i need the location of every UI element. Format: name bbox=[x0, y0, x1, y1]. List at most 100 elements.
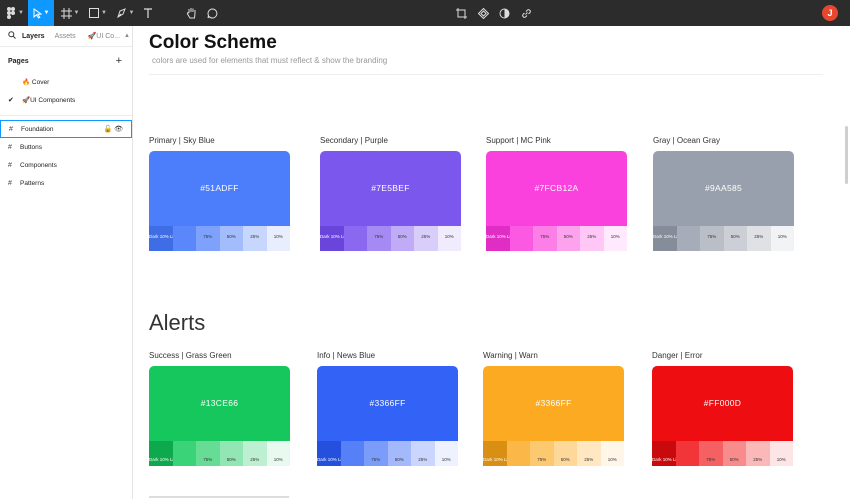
shape-tool-button[interactable]: ▼ bbox=[86, 0, 110, 26]
shade-swatch[interactable]: 10% bbox=[769, 441, 793, 466]
shade-swatch[interactable]: 75% bbox=[196, 226, 220, 251]
color-swatch-card[interactable]: #FF000D Dark 10% Light 90% 75% 50% 25% 10% bbox=[652, 366, 793, 466]
layer-foundation[interactable]: # Foundation 🔓 👁 bbox=[0, 120, 132, 138]
shade-swatch[interactable]: 10% bbox=[600, 441, 624, 466]
shade-swatch[interactable]: 25% bbox=[243, 441, 267, 466]
shade-swatch[interactable]: 25% bbox=[411, 441, 435, 466]
shade-swatch[interactable] bbox=[676, 226, 700, 251]
shade-swatch[interactable]: 10% bbox=[434, 441, 458, 466]
shade-swatch[interactable]: 25% bbox=[746, 441, 770, 466]
shade-swatch[interactable] bbox=[340, 441, 364, 466]
hand-tool-button[interactable] bbox=[183, 0, 199, 26]
chevron-up-icon[interactable]: ▲ bbox=[124, 33, 130, 39]
link-button[interactable] bbox=[519, 0, 533, 26]
shade-swatch[interactable]: 10% bbox=[266, 226, 290, 251]
shade-label: 25% bbox=[250, 234, 260, 239]
shade-label: Dark 10% Light 90% bbox=[486, 234, 528, 239]
shade-label: 10% bbox=[777, 234, 787, 239]
color-swatch-card[interactable]: #7E5BEF Dark 10% Light 90% 75% 50% 25% 10% bbox=[320, 151, 461, 251]
shade-swatch[interactable]: 75% bbox=[196, 441, 220, 466]
shade-swatch[interactable]: 50% bbox=[556, 226, 580, 251]
canvas-scrollbar[interactable] bbox=[845, 126, 848, 184]
shade-swatch[interactable] bbox=[509, 226, 533, 251]
chevron-down-icon: ▼ bbox=[43, 10, 50, 16]
shade-swatch[interactable]: 75% bbox=[364, 441, 388, 466]
shade-swatch[interactable] bbox=[675, 441, 699, 466]
shade-swatch[interactable]: Dark 10% Light 90% bbox=[486, 226, 528, 251]
color-hex-label: #7E5BEF bbox=[371, 183, 410, 193]
color-swatch-card[interactable]: #9AA585 Dark 10% Light 90% 75% 50% 25% 10% bbox=[653, 151, 794, 251]
shade-swatch[interactable]: 50% bbox=[390, 226, 414, 251]
layer-patterns[interactable]: # Patterns bbox=[0, 174, 132, 192]
frame-tool-button[interactable]: ▼ bbox=[58, 0, 82, 26]
eye-icon[interactable]: 👁 bbox=[114, 126, 123, 133]
shade-swatch[interactable]: 50% bbox=[553, 441, 577, 466]
shade-swatch[interactable]: 10% bbox=[437, 226, 461, 251]
layer-controls: 🔓 👁 bbox=[103, 125, 123, 133]
color-hex-label: #9AA585 bbox=[704, 183, 743, 193]
color-swatch-card[interactable]: #13CE66 Dark 10% Light 90% 75% 50% 25% 10% bbox=[149, 366, 290, 466]
shade-label: Dark 10% Light 90% bbox=[653, 234, 695, 239]
shade-swatch[interactable]: 25% bbox=[580, 226, 604, 251]
main-menu-button[interactable]: ▼ bbox=[4, 0, 26, 26]
chevron-down-icon: ▼ bbox=[73, 10, 80, 16]
shade-label: 75% bbox=[374, 234, 384, 239]
shade-swatch[interactable]: Dark 10% Light 90% bbox=[652, 441, 693, 466]
shade-swatch[interactable]: 50% bbox=[723, 226, 747, 251]
file-name[interactable]: 🚀UI Co... bbox=[88, 32, 120, 40]
lock-icon[interactable]: 🔓 bbox=[103, 126, 112, 133]
shade-swatch[interactable]: Dark 10% Light 90% bbox=[149, 226, 190, 251]
shade-swatch[interactable]: 75% bbox=[367, 226, 391, 251]
shade-swatch[interactable]: 10% bbox=[266, 441, 290, 466]
avatar[interactable]: J bbox=[822, 5, 838, 21]
color-swatch-card[interactable]: #3366FF Dark 10% Light 90% 75% 50% 25% 10% bbox=[317, 366, 458, 466]
shade-swatch[interactable]: Dark 10% Light 90% bbox=[483, 441, 524, 466]
shade-swatch[interactable]: Dark 10% Light 90% bbox=[653, 226, 695, 251]
tab-layers[interactable]: Layers bbox=[22, 33, 45, 40]
add-page-button[interactable]: + bbox=[116, 55, 122, 67]
shade-swatch[interactable]: Dark 10% Light 90% bbox=[149, 441, 190, 466]
design-canvas[interactable]: Color Scheme colors are used for element… bbox=[134, 26, 850, 499]
shade-swatch[interactable]: 75% bbox=[699, 441, 723, 466]
shade-swatch[interactable]: 75% bbox=[533, 226, 557, 251]
shade-swatch[interactable] bbox=[172, 226, 196, 251]
shade-swatch[interactable]: 75% bbox=[530, 441, 554, 466]
color-swatch-card[interactable]: #51ADFF Dark 10% Light 90% 75% 50% 25% 10% bbox=[149, 151, 290, 251]
tab-assets[interactable]: Assets bbox=[55, 33, 76, 40]
mask-button[interactable] bbox=[497, 0, 511, 26]
contrast-icon bbox=[499, 8, 509, 18]
layer-buttons[interactable]: # Buttons bbox=[0, 138, 132, 156]
page-item-cover[interactable]: 🔥 Cover bbox=[0, 73, 132, 91]
shade-swatch[interactable] bbox=[506, 441, 530, 466]
move-tool-button[interactable]: ▼ bbox=[28, 0, 54, 26]
search-icon[interactable] bbox=[8, 31, 16, 41]
shade-swatch[interactable]: Dark 10% Light 90% bbox=[317, 441, 359, 466]
shade-swatch[interactable]: 50% bbox=[387, 441, 411, 466]
page-item-ui-components[interactable]: ✔ 🚀UI Components bbox=[0, 91, 132, 109]
color-swatch-card[interactable]: #7FCB12A Dark 10% Light 90% 75% 50% 25% 10% bbox=[486, 151, 627, 251]
shade-swatch[interactable]: 50% bbox=[219, 441, 243, 466]
color-swatch-card[interactable]: #3366FF Dark 10% Light 90% 75% 50% 25% 10% bbox=[483, 366, 624, 466]
shade-swatch[interactable]: 50% bbox=[722, 441, 746, 466]
shade-swatch[interactable]: 25% bbox=[243, 226, 267, 251]
shade-swatch[interactable]: 25% bbox=[577, 441, 601, 466]
shade-swatch[interactable]: 10% bbox=[603, 226, 627, 251]
shade-swatch[interactable] bbox=[172, 441, 196, 466]
layer-components[interactable]: # Components bbox=[0, 156, 132, 174]
pen-tool-button[interactable]: ▼ bbox=[113, 0, 137, 26]
shade-swatch[interactable] bbox=[343, 226, 367, 251]
comment-tool-button[interactable] bbox=[204, 0, 220, 26]
shade-swatch[interactable]: 10% bbox=[770, 226, 794, 251]
shade-swatch[interactable]: 75% bbox=[700, 226, 724, 251]
shade-swatch[interactable]: Dark 10% Light 90% bbox=[320, 226, 361, 251]
component-button[interactable] bbox=[454, 0, 468, 26]
shade-label: 50% bbox=[730, 234, 740, 239]
shade-swatch[interactable]: 50% bbox=[219, 226, 243, 251]
shade-swatch[interactable]: 25% bbox=[414, 226, 438, 251]
shade-label: 10% bbox=[273, 457, 283, 462]
text-tool-button[interactable] bbox=[140, 0, 156, 26]
shade-label: Dark 10% Light 90% bbox=[317, 457, 359, 462]
shade-swatch[interactable]: 25% bbox=[747, 226, 771, 251]
shade-strip: Dark 10% Light 90% 75% 50% 25% 10% bbox=[320, 226, 461, 251]
create-component-button[interactable] bbox=[476, 0, 490, 26]
